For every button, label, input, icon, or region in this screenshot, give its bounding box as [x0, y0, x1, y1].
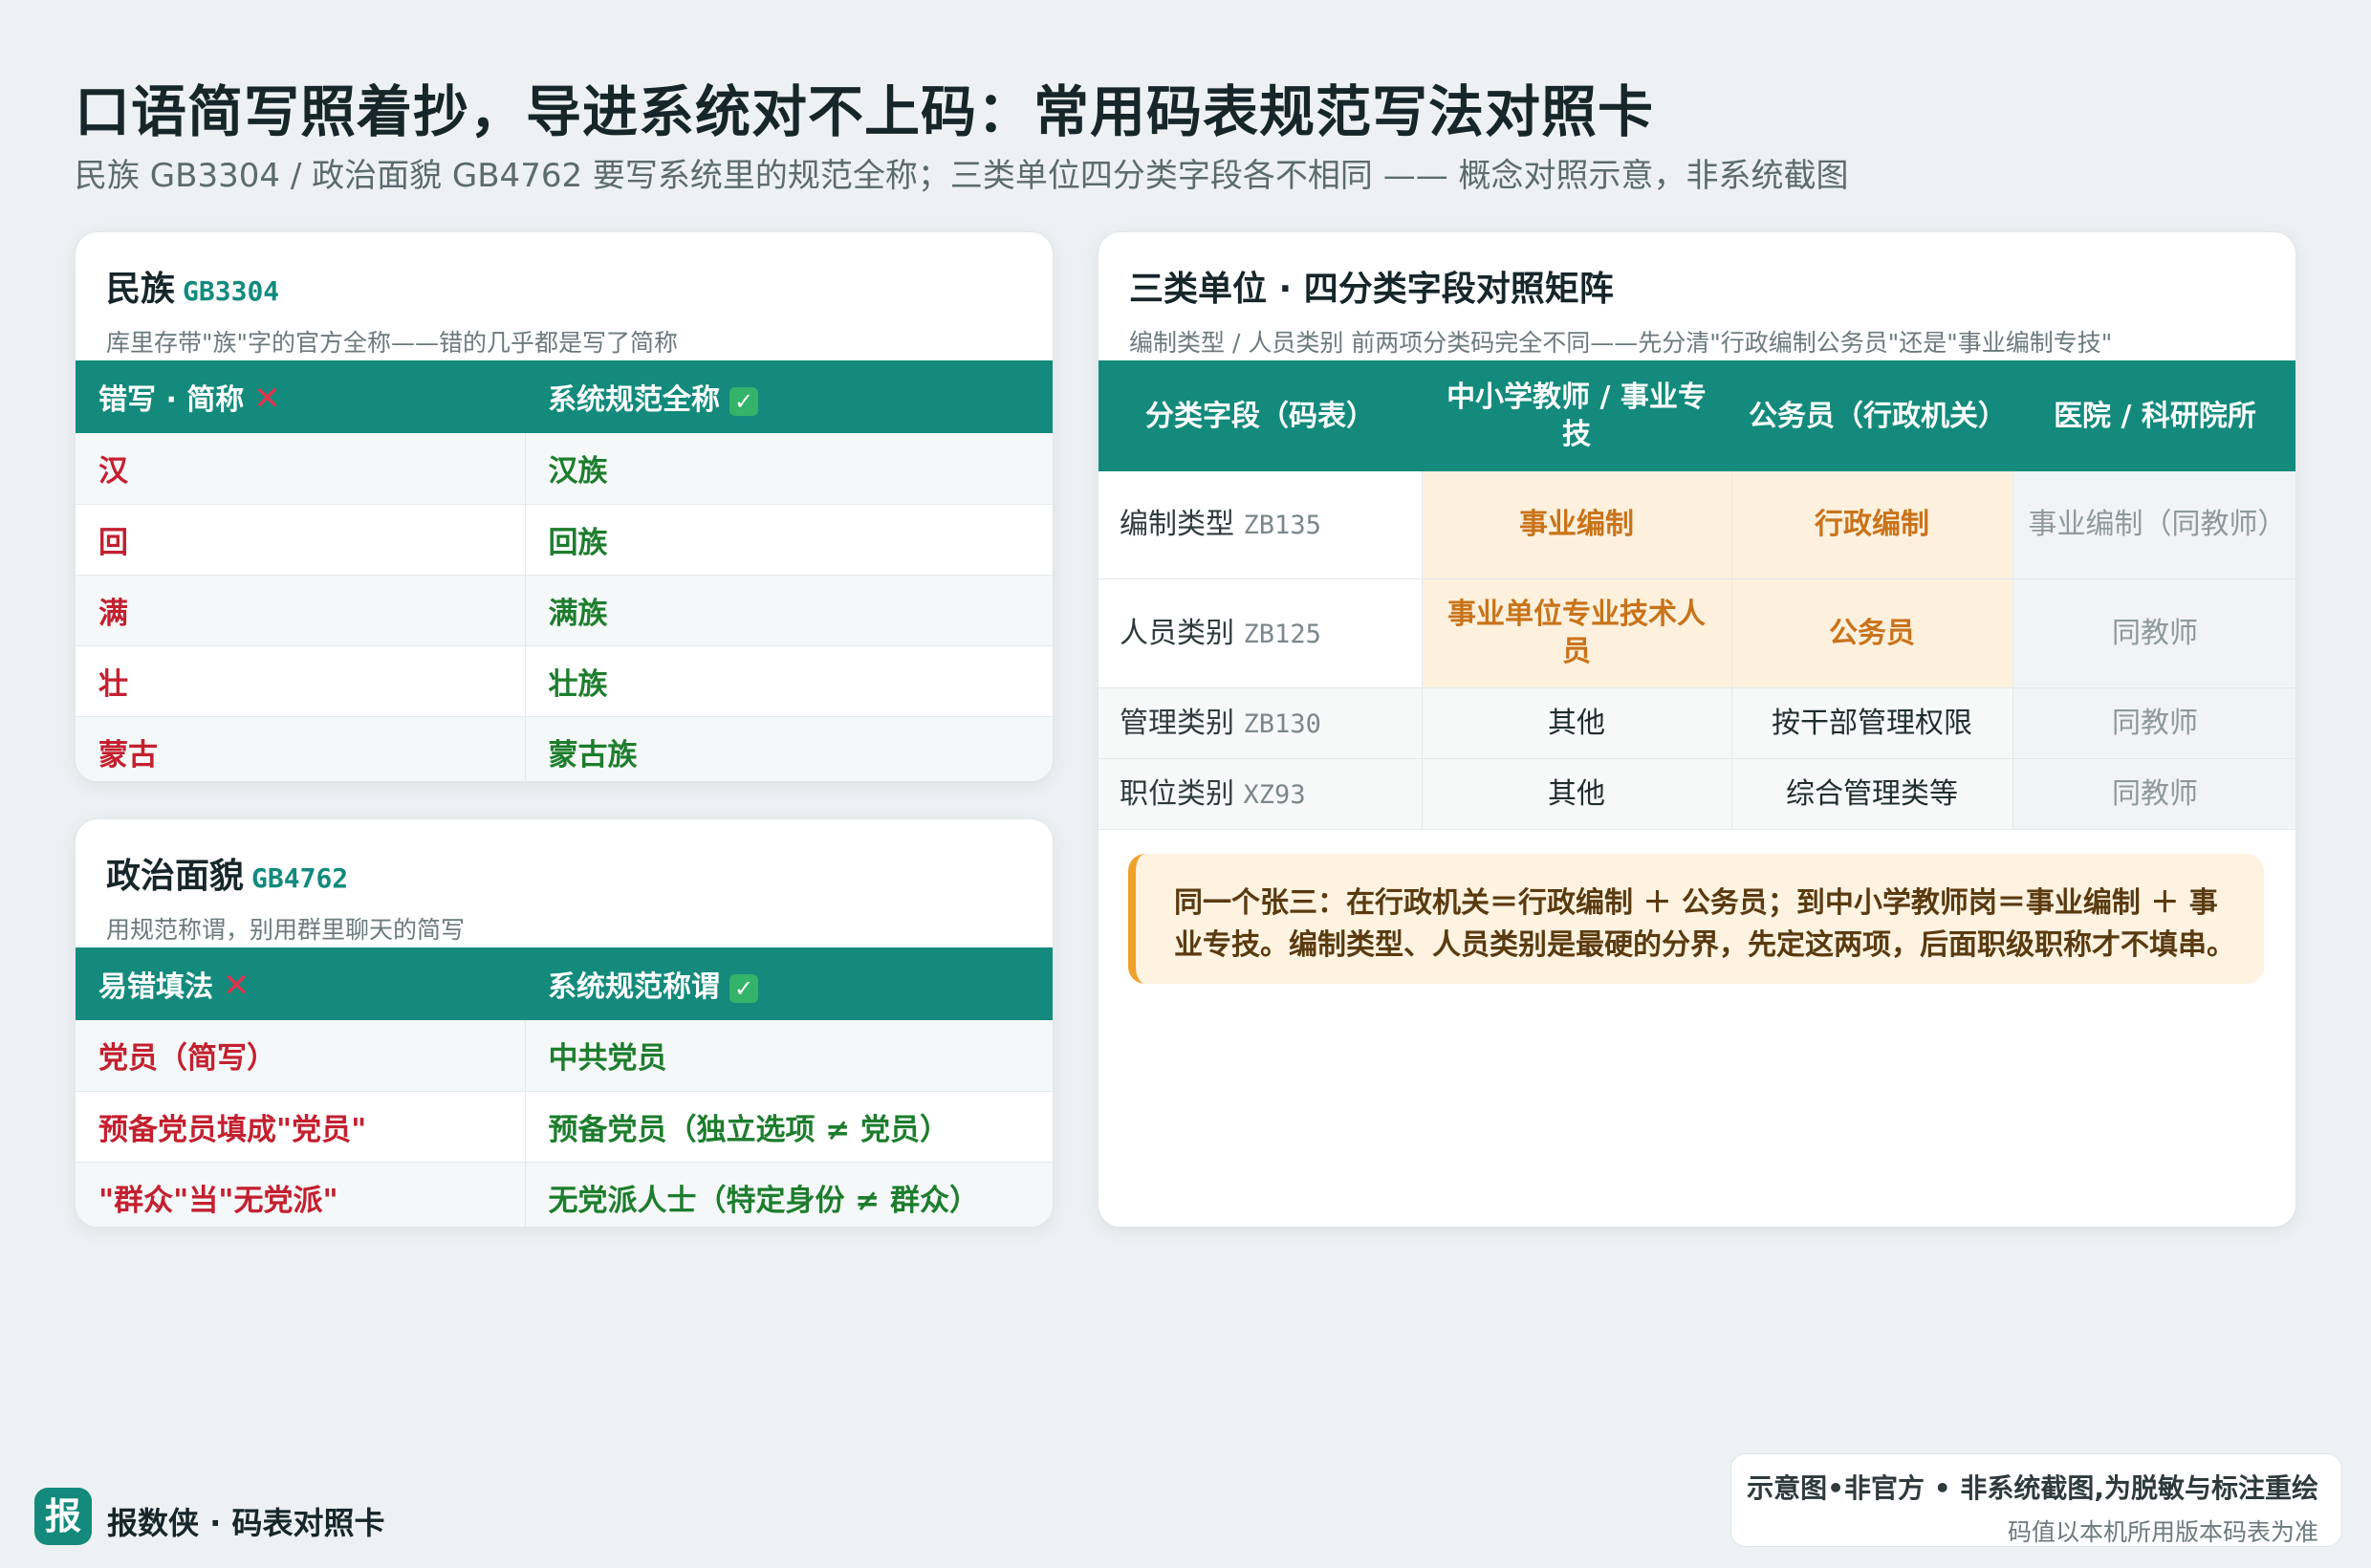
check-icon: ✓: [729, 973, 758, 1003]
ethnic-card-desc: 库里存带"族"字的官方全称——错的几乎都是写了简称: [106, 329, 678, 357]
field-code: ZB135: [1243, 511, 1321, 541]
teacher-cell: 事业编制: [1422, 471, 1732, 579]
civil-cell: 公务员: [1731, 578, 2013, 688]
political-code: GB4762: [251, 862, 349, 894]
political-card-desc: 用规范称谓，别用群里聊天的简写: [106, 916, 466, 944]
ethnic-card-title: 民族: [106, 270, 176, 309]
civil-cell: 行政编制: [1731, 471, 2013, 579]
field-cell: 管理类别 ZB130: [1098, 687, 1423, 759]
wrong-cell: 党员（简写）: [76, 1020, 525, 1092]
political-table: 易错填法 ✕ 系统规范称谓 ✓ 党员（简写） 中共党员 预备党员填成"党员" 预备党员（…: [76, 947, 1053, 1227]
table-row: 党员（简写） 中共党员: [76, 1020, 1053, 1092]
wrong-cell: 汉: [76, 433, 525, 505]
matrix-table: 分类字段（码表） 中小学教师 / 事业专技 公务员（行政机关） 医院 / 科研院…: [1098, 360, 2295, 830]
field-cell: 人员类别 ZB125: [1098, 578, 1423, 688]
field-cell: 职位类别 XZ93: [1098, 758, 1423, 830]
right-cell: 蒙古族: [524, 716, 1053, 781]
hospital-cell: 同教师: [2012, 687, 2295, 759]
matrix-row: 管理类别 ZB130 其他 按干部管理权限 同教师: [1098, 687, 2295, 759]
ethnic-card: 民族 GB3304 库里存带"族"字的官方全称——错的几乎都是写了简称 错写 · …: [75, 231, 1054, 782]
matrix-card: 三类单位 · 四分类字段对照矩阵 编制类型 / 人员类别 前两项分类码完全不同—…: [1098, 231, 2296, 1228]
matrix-header-row: 分类字段（码表） 中小学教师 / 事业专技 公务员（行政机关） 医院 / 科研院…: [1098, 360, 2295, 471]
political-col-wrong: 易错填法 ✕: [76, 947, 525, 1020]
right-cell: 回族: [524, 504, 1053, 576]
matrix-col-teacher: 中小学教师 / 事业专技: [1422, 360, 1731, 471]
civil-cell: 按干部管理权限: [1731, 687, 2013, 759]
field-code: ZB125: [1243, 619, 1321, 649]
table-row: 汉汉族: [76, 433, 1053, 505]
matrix-card-desc: 编制类型 / 人员类别 前两项分类码完全不同——先分清"行政编制公务员"还是"事…: [1129, 329, 2113, 357]
table-row: 蒙古 蒙古族: [76, 716, 1053, 781]
right-cell: 中共党员: [524, 1020, 1053, 1092]
table-row: 满满族: [76, 575, 1053, 646]
table-row: 壮壮族: [76, 645, 1053, 717]
ethnic-col-wrong: 错写 · 简称 ✕: [76, 360, 525, 433]
ethnic-table-header: 错写 · 简称 ✕ 系统规范全称 ✓: [76, 360, 1053, 433]
brand-name: 报数侠 · 码表对照卡: [107, 1505, 385, 1541]
wrong-cell: 壮: [76, 645, 525, 717]
wrong-cell: "群众"当"无党派": [76, 1162, 525, 1227]
matrix-card-title: 三类单位 · 四分类字段对照矩阵: [1129, 270, 1614, 309]
ethnic-table: 错写 · 简称 ✕ 系统规范全称 ✓ 汉汉族 回回族 满满族 壮壮族 蒙古 蒙古族: [76, 360, 1053, 781]
teacher-cell: 其他: [1422, 758, 1732, 830]
political-table-header: 易错填法 ✕ 系统规范称谓 ✓: [76, 947, 1053, 1020]
ethnic-card-header: 民族 GB3304 库里存带"族"字的官方全称——错的几乎都是写了简称: [76, 232, 1053, 360]
matrix-col-field: 分类字段（码表）: [1098, 360, 1422, 471]
political-col-right: 系统规范称谓 ✓: [525, 947, 1053, 1020]
matrix-note: 同一个张三：在行政机关＝行政编制 ＋ 公务员；到中小学教师岗＝事业编制 ＋ 事业…: [1128, 854, 2264, 984]
political-card-title: 政治面貌: [106, 857, 245, 896]
teacher-cell: 其他: [1422, 687, 1732, 759]
cross-icon: ✕: [223, 967, 250, 1005]
political-card-header: 政治面貌 GB4762 用规范称谓，别用群里聊天的简写: [76, 819, 1053, 947]
matrix-col-civil: 公务员（行政机关）: [1731, 360, 2012, 471]
teacher-cell: 事业单位专业技术人员: [1422, 578, 1732, 688]
civil-cell: 综合管理类等: [1731, 758, 2013, 830]
wrong-cell: 蒙古: [76, 716, 525, 781]
matrix-row: 编制类型 ZB135 事业编制 行政编制 事业编制（同教师）: [1098, 471, 2295, 579]
page-subtitle: 民族 GB3304 / 政治面貌 GB4762 要写系统里的规范全称；三类单位四…: [75, 157, 1849, 195]
matrix-card-header: 三类单位 · 四分类字段对照矩阵 编制类型 / 人员类别 前两项分类码完全不同—…: [1098, 232, 2295, 360]
field-cell: 编制类型 ZB135: [1098, 471, 1423, 579]
wrong-cell: 满: [76, 575, 525, 646]
disclaimer-main: 示意图•非官方 • 非系统截图,为脱敏与标注重绘: [1747, 1472, 2318, 1504]
hospital-cell: 事业编制（同教师）: [2012, 471, 2295, 579]
table-row: 回回族: [76, 504, 1053, 576]
right-cell: 壮族: [524, 645, 1053, 717]
ethnic-col-right: 系统规范全称 ✓: [525, 360, 1053, 433]
brand-logo: 报: [34, 1488, 92, 1545]
table-row: 预备党员填成"党员" 预备党员（独立选项 ≠ 党员）: [76, 1091, 1053, 1163]
right-cell: 无党派人士（特定身份 ≠ 群众）: [524, 1162, 1053, 1227]
matrix-row: 职位类别 XZ93 其他 综合管理类等 同教师: [1098, 758, 2295, 830]
right-cell: 满族: [524, 575, 1053, 646]
check-icon: ✓: [729, 386, 758, 416]
table-row: "群众"当"无党派" 无党派人士（特定身份 ≠ 群众）: [76, 1162, 1053, 1227]
cross-icon: ✕: [253, 380, 281, 418]
field-code: ZB130: [1243, 708, 1321, 739]
political-card: 政治面貌 GB4762 用规范称谓，别用群里聊天的简写 易错填法 ✕ 系统规范称谓 ✓…: [75, 818, 1054, 1228]
right-cell: 预备党员（独立选项 ≠ 党员）: [524, 1091, 1053, 1163]
ethnic-code: GB3304: [183, 275, 280, 307]
wrong-cell: 预备党员填成"党员": [76, 1091, 525, 1163]
matrix-row: 人员类别 ZB125 事业单位专业技术人员 公务员 同教师: [1098, 578, 2295, 688]
hospital-cell: 同教师: [2012, 578, 2295, 688]
right-cell: 汉族: [524, 433, 1053, 505]
matrix-col-hospital: 医院 / 科研院所: [2012, 360, 2295, 471]
disclaimer-box: 示意图•非官方 • 非系统截图,为脱敏与标注重绘 码值以本机所用版本码表为准: [1730, 1453, 2342, 1547]
disclaimer-sub: 码值以本机所用版本码表为准: [2007, 1518, 2318, 1546]
wrong-cell: 回: [76, 504, 525, 576]
field-code: XZ93: [1243, 779, 1306, 810]
page-title: 口语简写照着抄，导进系统对不上码：常用码表规范写法对照卡: [75, 79, 1655, 144]
hospital-cell: 同教师: [2012, 758, 2295, 830]
